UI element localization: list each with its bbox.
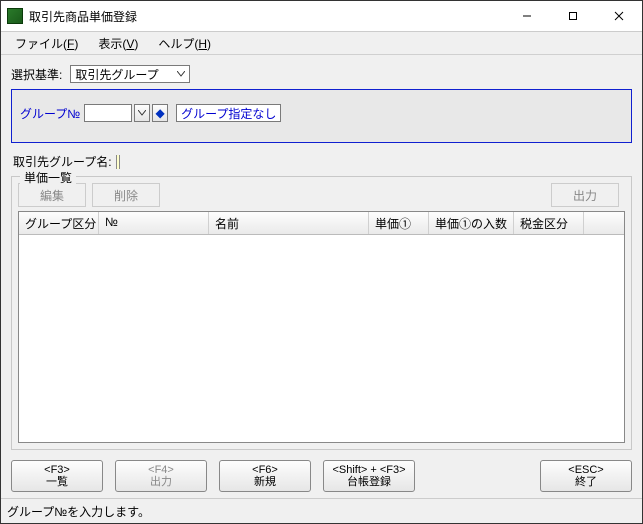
group-no-spec-info: グループ指定なし <box>176 104 281 122</box>
minimize-button[interactable] <box>504 1 550 31</box>
group-name-value <box>116 155 120 169</box>
criteria-select[interactable]: 取引先グループ <box>70 65 190 83</box>
group-no-dropdown-button[interactable] <box>134 104 150 122</box>
export-button[interactable]: 出力 <box>551 183 619 207</box>
edit-button[interactable]: 編集 <box>18 183 86 207</box>
group-no-lookup-button[interactable]: ◆ <box>152 104 168 122</box>
chevron-down-icon <box>174 67 188 81</box>
esc-exit-button[interactable]: <ESC> 終了 <box>540 460 632 492</box>
maximize-button[interactable] <box>550 1 596 31</box>
statusbar: グループ№を入力します。 <box>1 498 642 523</box>
f6-new-button[interactable]: <F6> 新規 <box>219 460 311 492</box>
app-window: 取引先商品単価登録 ファイル(F) 表示(V) ヘルプ(H) 選択基準: 取 <box>0 0 643 524</box>
group-name-row: 取引先グループ名: <box>5 149 638 174</box>
price-grid[interactable]: グループ区分 № 名前 単価① 単価①の入数 税金区分 <box>18 211 625 443</box>
group-no-input[interactable] <box>84 104 132 122</box>
client-area: 選択基準: 取引先グループ グループ№ ◆ グループ指定なし 取引先グループ名: <box>1 55 642 498</box>
criteria-row: 選択基準: 取引先グループ <box>5 59 638 87</box>
close-button[interactable] <box>596 1 642 31</box>
price-list-toolbar: 編集 削除 出力 <box>18 183 625 207</box>
titlebar: 取引先商品単価登録 <box>1 1 642 32</box>
menubar: ファイル(F) 表示(V) ヘルプ(H) <box>1 32 642 55</box>
menu-help[interactable]: ヘルプ(H) <box>148 33 221 54</box>
status-text: グループ№を入力します。 <box>7 503 150 520</box>
grid-body <box>19 235 624 442</box>
col-tax-type[interactable]: 税金区分 <box>514 212 584 234</box>
f4-export-button[interactable]: <F4> 出力 <box>115 460 207 492</box>
price-list-groupbox: 単価一覧 編集 削除 出力 グループ区分 № 名前 単価① 単価①の入数 税金区… <box>11 176 632 450</box>
group-no-label: グループ№ <box>20 105 80 122</box>
menu-file[interactable]: ファイル(F) <box>5 33 88 54</box>
criteria-value: 取引先グループ <box>75 66 158 83</box>
function-key-row: <F3> 一覧 <F4> 出力 <F6> 新規 <Shift> + <F3> 台… <box>5 454 638 498</box>
col-price1[interactable]: 単価① <box>369 212 429 234</box>
col-name[interactable]: 名前 <box>209 212 369 234</box>
group-name-label: 取引先グループ名: <box>13 153 112 170</box>
f3-list-button[interactable]: <F3> 一覧 <box>11 460 103 492</box>
col-group-type[interactable]: グループ区分 <box>19 212 99 234</box>
window-title: 取引先商品単価登録 <box>29 8 504 25</box>
grid-header: グループ区分 № 名前 単価① 単価①の入数 税金区分 <box>19 212 624 235</box>
shift-f3-ledger-button[interactable]: <Shift> + <F3> 台帳登録 <box>323 460 415 492</box>
col-number[interactable]: № <box>99 212 209 234</box>
col-price1-qty[interactable]: 単価①の入数 <box>429 212 514 234</box>
price-list-title: 単価一覧 <box>20 169 76 186</box>
criteria-label: 選択基準: <box>11 66 62 83</box>
delete-button[interactable]: 削除 <box>92 183 160 207</box>
app-icon <box>7 8 23 24</box>
menu-view[interactable]: 表示(V) <box>88 33 148 54</box>
col-extra[interactable] <box>584 212 624 234</box>
group-input-box: グループ№ ◆ グループ指定なし <box>11 89 632 143</box>
